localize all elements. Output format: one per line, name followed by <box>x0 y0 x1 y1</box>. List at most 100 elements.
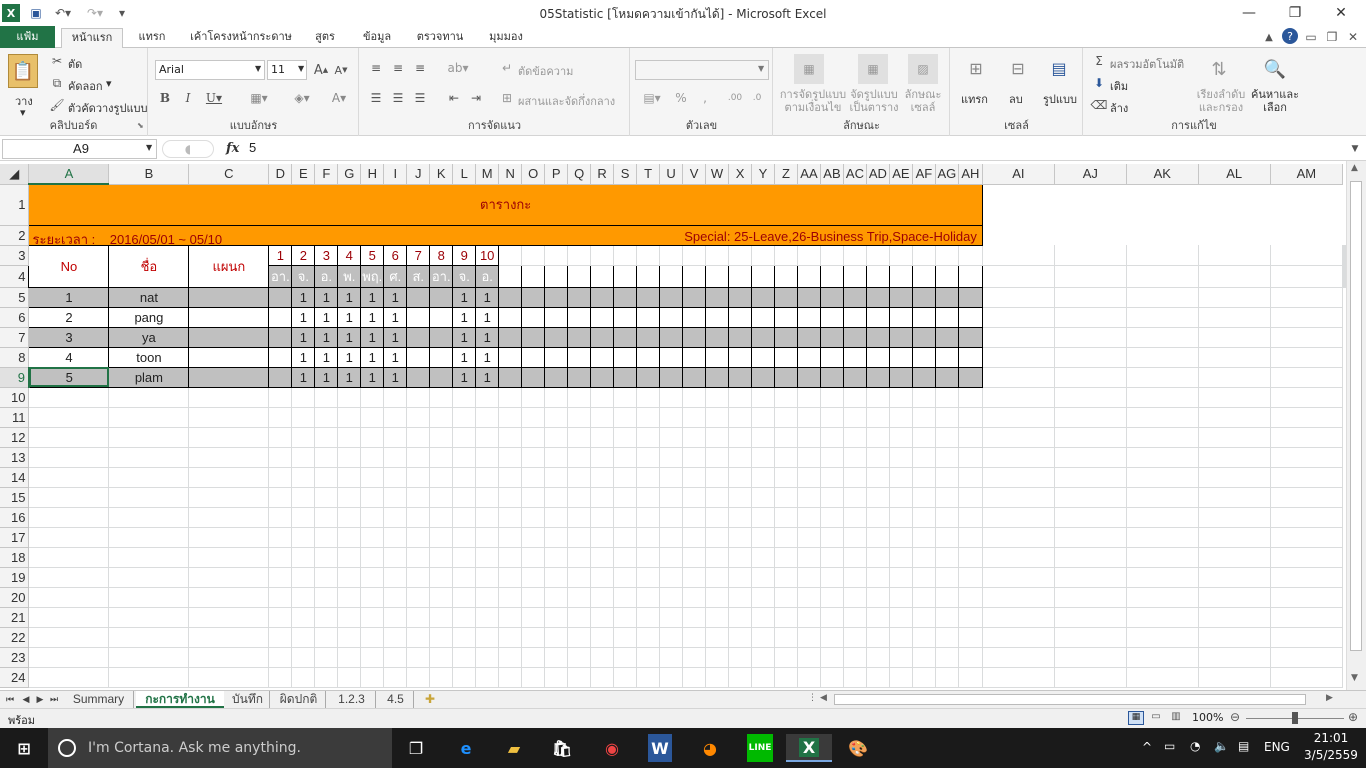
grid-cell[interactable] <box>188 447 270 468</box>
column-header-j[interactable]: J <box>406 164 431 185</box>
grid-cell[interactable] <box>659 407 684 428</box>
shift-cell[interactable]: 1 <box>360 366 385 388</box>
grid-cell[interactable] <box>406 527 431 548</box>
grid-cell[interactable] <box>912 527 936 548</box>
grid-cell[interactable] <box>314 587 339 608</box>
grid-cell[interactable] <box>1270 265 1344 288</box>
grid-cell[interactable] <box>935 527 959 548</box>
grid-cell[interactable] <box>982 487 1055 508</box>
grid-cell[interactable] <box>429 607 454 628</box>
grid-cell[interactable] <box>268 387 293 408</box>
grid-cell[interactable] <box>383 447 408 468</box>
schedule-cell[interactable] <box>521 306 546 328</box>
grid-cell[interactable] <box>544 245 569 266</box>
grid-cell[interactable] <box>475 427 500 448</box>
grid-cell[interactable] <box>1270 647 1344 668</box>
grid-cell[interactable] <box>498 487 523 508</box>
language-indicator[interactable]: ENG <box>1264 740 1290 754</box>
grid-cell[interactable] <box>567 647 592 668</box>
grid-cell[interactable] <box>889 567 913 588</box>
firefox-icon[interactable]: ◕ <box>690 734 730 762</box>
grid-cell[interactable] <box>797 427 821 448</box>
grid-cell[interactable] <box>498 407 523 428</box>
grid-cell[interactable] <box>498 567 523 588</box>
grid-cell[interactable] <box>1198 367 1271 388</box>
grid-cell[interactable] <box>889 487 913 508</box>
grid-cell[interactable] <box>1126 287 1199 308</box>
grid-cell[interactable] <box>429 387 454 408</box>
percent-icon[interactable]: % <box>673 90 689 106</box>
grid-cell[interactable] <box>337 507 362 528</box>
schedule-cell[interactable] <box>659 286 684 308</box>
grid-cell[interactable] <box>383 667 408 688</box>
grid-cell[interactable] <box>268 487 293 508</box>
schedule-cell[interactable] <box>957 286 983 308</box>
grid-cell[interactable] <box>659 587 684 608</box>
grid-cell[interactable] <box>982 567 1055 588</box>
grid-cell[interactable] <box>28 647 110 668</box>
schedule-cell[interactable] <box>567 286 592 308</box>
schedule-cell[interactable] <box>751 326 775 348</box>
schedule-cell[interactable] <box>751 306 775 328</box>
grid-cell[interactable] <box>188 667 270 688</box>
grid-cell[interactable] <box>498 647 523 668</box>
grid-cell[interactable] <box>797 667 821 688</box>
grid-cell[interactable] <box>935 547 959 568</box>
grid-cell[interactable] <box>567 407 592 428</box>
orientation-icon[interactable]: ab▾ <box>446 60 470 76</box>
grid-cell[interactable] <box>912 647 936 668</box>
show-hidden-icons-icon[interactable]: ^ <box>1142 740 1152 754</box>
grid-cell[interactable] <box>1270 507 1344 528</box>
grid-cell[interactable] <box>820 607 844 628</box>
grid-cell[interactable] <box>521 667 546 688</box>
grid-cell[interactable] <box>498 607 523 628</box>
grid-cell[interactable] <box>1054 427 1127 448</box>
grid-cell[interactable] <box>636 507 661 528</box>
schedule-cell[interactable] <box>957 366 983 388</box>
grid-cell[interactable] <box>268 547 293 568</box>
grid-cell[interactable] <box>682 647 707 668</box>
schedule-cell[interactable] <box>682 326 707 348</box>
grid-cell[interactable] <box>659 467 684 488</box>
grid-cell[interactable] <box>188 567 270 588</box>
grid-cell[interactable] <box>452 547 477 568</box>
vertical-scroll-thumb[interactable] <box>1350 181 1362 651</box>
schedule-cell[interactable] <box>498 366 523 388</box>
page-break-view-icon[interactable]: ▥ <box>1168 711 1184 725</box>
grid-cell[interactable] <box>705 607 730 628</box>
grid-cell[interactable] <box>452 467 477 488</box>
column-header-ag[interactable]: AG <box>935 164 959 185</box>
clock-time[interactable]: 21:01 <box>1300 731 1362 745</box>
grid-cell[interactable] <box>774 487 798 508</box>
grid-cell[interactable] <box>590 527 615 548</box>
grid-cell[interactable] <box>682 507 707 528</box>
grid-cell[interactable] <box>751 607 775 628</box>
align-left-icon[interactable]: ☰ <box>368 90 384 106</box>
sheet-tab-summary[interactable]: Summary <box>64 691 134 708</box>
row-header[interactable]: 10 <box>0 387 30 408</box>
grid-cell[interactable] <box>889 587 913 608</box>
schedule-cell[interactable] <box>888 286 913 308</box>
grid-cell[interactable] <box>728 245 753 266</box>
grid-cell[interactable] <box>108 507 190 528</box>
grid-cell[interactable] <box>268 407 293 428</box>
shift-cell[interactable]: 1 <box>383 286 408 308</box>
grid-cell[interactable] <box>1270 427 1344 448</box>
paint-icon[interactable]: 🎨 <box>838 734 878 762</box>
day-number[interactable]: 3 <box>314 244 339 266</box>
number-format-dropdown-icon[interactable]: ▼ <box>758 64 764 73</box>
notifications-icon[interactable]: ▤ <box>1238 739 1249 753</box>
grid-cell[interactable] <box>28 527 110 548</box>
grid-cell[interactable] <box>406 607 431 628</box>
grid-cell[interactable] <box>291 587 316 608</box>
select-all-corner[interactable]: ◢ <box>0 164 30 185</box>
grid-cell[interactable] <box>590 447 615 468</box>
grow-font-icon[interactable]: A ▲ <box>313 62 329 78</box>
grid-cell[interactable] <box>498 667 523 688</box>
grid-cell[interactable] <box>314 667 339 688</box>
grid-cell[interactable] <box>1054 407 1127 428</box>
shift-cell[interactable] <box>406 306 431 328</box>
grid-cell[interactable] <box>314 467 339 488</box>
schedule-cell[interactable] <box>819 366 844 388</box>
shift-cell[interactable] <box>406 366 431 388</box>
